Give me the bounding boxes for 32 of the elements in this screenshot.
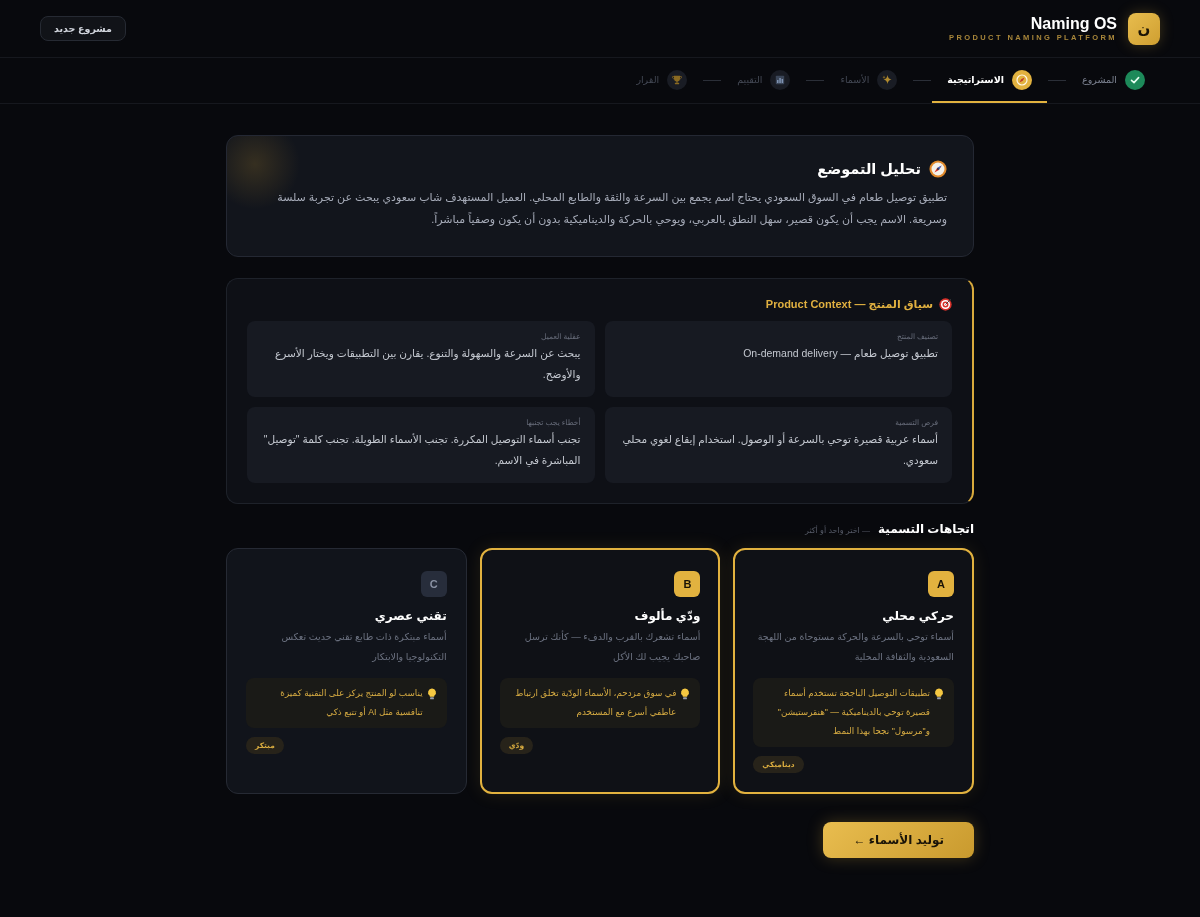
lightbulb-icon (934, 688, 944, 700)
lightbulb-icon (426, 688, 437, 700)
direction-title: حركي محلي (882, 609, 954, 623)
step-tab[interactable]: المشروع (1067, 58, 1160, 103)
direction-title: تقني عصري (374, 609, 447, 623)
app-title: Naming OS (1030, 14, 1117, 33)
field-value: تجنب أسماء التوصيل المكررة. تجنب الأسماء الطويلة. تجنب كلمة "توصيل" المباشرة في الاسم. (262, 431, 581, 469)
step-tab[interactable]: الاستراتيجية (932, 58, 1047, 103)
generate-names-button[interactable]: توليد الأسماء ← (823, 822, 974, 858)
field-value: تطبيق توصيل طعام — On-demand delivery (742, 346, 938, 362)
target-icon (939, 298, 952, 311)
compass-icon (929, 160, 947, 178)
new-project-button[interactable]: مشروع جديد (40, 16, 126, 41)
section-title: اتجاهات التسمية (878, 522, 974, 536)
direction-description: أسماء توحي بالسرعة والحركة مستوحاة من اللهجة السعودية والثقافة المحلية (756, 629, 954, 664)
direction-description: أسماء تشعرك بالقرب والدفء — كأنك ترسل صاحبك يجيب لك الأكل (523, 629, 701, 664)
lightbulb-icon (680, 688, 691, 700)
positioning-text: تطبيق توصيل طعام في السوق السعودي يحتاج اسم يجمع بين السرعة والثقة والطابع المحلي. العميل المستهدف شاب سعودي يبحث عن تجربة سلسة وسريعة. الاسم يجب أن يكون قصير، سهل النطق بالعربي، ويوحي بالحركة والديناميكية بدون أن يكون وصفياً مباشراً. (276, 190, 947, 228)
tip-text: يناسب لو المنتج يركز على التقنية كميزة تنافسية مثل AI أو تتبع ذكي (279, 687, 423, 719)
direction-description: أسماء مبتكرة ذات طابع تقني حديث تعكس التكنولوجيا والابتكار (280, 629, 447, 664)
field-value: أسماء عربية قصيرة توحي بالسرعة أو الوصول. استخدام إيقاع لغوي محلي سعودي. (621, 431, 938, 469)
letter-badge: B (674, 571, 701, 597)
tip-text: في سوق مزدحم، الأسماء الودّية تخلق ارتباط عاطفي أسرع مع المستخدم (514, 686, 677, 719)
letter-badge: C (420, 571, 447, 597)
section-hint: — اختر واحد أو أكثر (805, 526, 871, 535)
letter-badge: A (928, 571, 954, 597)
field-value: يبحث عن السرعة والسهولة والتنوع. يقارن بين التطبيقات ويختار الأسرع والأوضح. (273, 346, 581, 383)
direction-title: ودّي مألوف (634, 609, 701, 623)
section-title: تحليل التموضع (817, 161, 921, 177)
section-title: سياق المنتج — Product Context (765, 298, 933, 311)
logo-badge: ن (1128, 12, 1160, 45)
tip-text: تطبيقات التوصيل الناجحة تستخدم أسماء قصيرة توحي بالديناميكية — "هنقرستيشن" و"مرسول" نجحا بهذا النمط (776, 686, 930, 738)
